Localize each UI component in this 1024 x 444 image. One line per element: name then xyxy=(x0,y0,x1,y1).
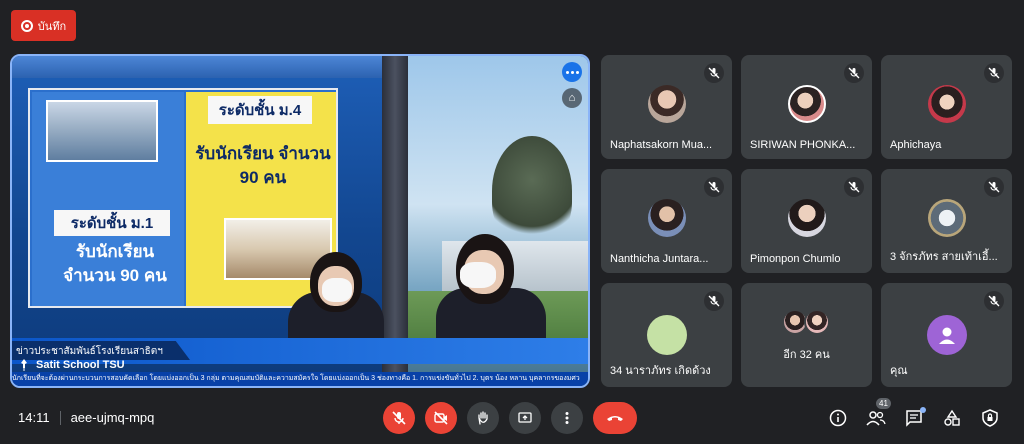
participant-tile[interactable]: Pimonpon Chumlo xyxy=(741,169,872,273)
chat-notification-dot xyxy=(920,407,926,413)
camera-toggle-button[interactable] xyxy=(425,402,457,434)
level4-text: รับนักเรียน จำนวน 90 คน xyxy=(195,144,331,187)
mic-off-icon xyxy=(392,411,406,425)
info-icon xyxy=(829,409,847,427)
participant-name: SIRIWAN PHONKA... xyxy=(750,139,856,151)
participant-tile[interactable]: Naphatsakorn Mua... xyxy=(601,55,732,159)
avatar xyxy=(927,199,966,237)
shapes-icon xyxy=(944,409,960,426)
more-participants-label: อีก 32 คน xyxy=(783,349,830,361)
present-screen-button[interactable] xyxy=(509,402,541,434)
people-button[interactable] xyxy=(866,408,886,428)
mic-off-icon xyxy=(984,177,1004,197)
present-icon xyxy=(518,412,532,423)
announcement-poster: ระดับชั้น ม.1 รับนักเรียน จำนวน 90 คน ระ… xyxy=(28,88,338,308)
meeting-info: 14:11 aee-ujmq-mpq xyxy=(18,410,154,425)
mic-off-icon xyxy=(984,63,1004,83)
participant-tile[interactable]: คุณ xyxy=(881,283,1012,387)
participant-tile[interactable]: 3 จักรภัทร สายเท้าเอี้... xyxy=(881,169,1012,273)
record-label: บันทึก xyxy=(37,20,67,33)
classroom-photo xyxy=(46,100,158,162)
level4-label: ระดับชั้น ม.4 xyxy=(208,96,312,124)
more-participants-avatars xyxy=(781,309,832,337)
avatar xyxy=(647,85,686,123)
participant-tile[interactable]: 34 นาราภัทร เกิดด้วง xyxy=(601,283,732,387)
participant-tile[interactable]: Aphichaya xyxy=(881,55,1012,159)
school-tag: Satit School TSU xyxy=(18,359,125,371)
people-icon xyxy=(866,411,886,426)
pin-tile-icon[interactable]: ⌂ xyxy=(562,88,582,108)
avatar xyxy=(926,315,967,355)
avatar xyxy=(787,85,826,123)
activities-button[interactable] xyxy=(942,408,962,428)
mic-off-icon xyxy=(704,63,724,83)
participant-name: Aphichaya xyxy=(890,139,942,151)
pin-icon xyxy=(21,359,27,371)
camera-off-icon xyxy=(434,411,448,425)
clock: 14:11 xyxy=(18,410,50,425)
mic-off-icon xyxy=(844,177,864,197)
mic-toggle-button[interactable] xyxy=(383,402,415,434)
more-participants-tile[interactable]: อีก 32 คน xyxy=(741,283,872,387)
participant-tile[interactable]: SIRIWAN PHONKA... xyxy=(741,55,872,159)
participant-name: 3 จักรภัทร สายเท้าเอี้... xyxy=(890,251,998,263)
meeting-code: aee-ujmq-mpq xyxy=(70,410,155,425)
avatar xyxy=(787,199,826,237)
avatar xyxy=(646,315,687,355)
record-icon xyxy=(20,19,33,32)
mic-off-icon xyxy=(844,63,864,83)
presenter-tile[interactable]: ระดับชั้น ม.1 รับนักเรียน จำนวน 90 คน ระ… xyxy=(10,54,590,388)
level1-label: ระดับชั้น ม.1 xyxy=(54,210,170,236)
host-controls-button[interactable] xyxy=(980,408,1000,428)
avatar xyxy=(927,85,966,123)
person-icon xyxy=(938,327,955,344)
participant-name: Naphatsakorn Mua... xyxy=(610,139,713,151)
hand-icon xyxy=(478,411,488,425)
participant-name: 34 นาราภัทร เกิดด้วง xyxy=(610,365,711,377)
school-name: Satit School TSU xyxy=(36,359,125,371)
participant-tile[interactable]: Nanthicha Juntara... xyxy=(601,169,732,273)
more-vert-icon xyxy=(565,412,569,424)
mic-off-icon xyxy=(984,291,1004,311)
level1-text: รับนักเรียน จำนวน 90 คน xyxy=(63,242,167,285)
mic-off-icon xyxy=(704,291,724,311)
meeting-details-button[interactable] xyxy=(828,408,848,428)
leave-call-button[interactable] xyxy=(593,402,637,434)
end-call-icon xyxy=(607,416,623,421)
lower-third-label: ข่าวประชาสัมพันธ์โรงเรียนสาธิตฯ xyxy=(12,341,190,360)
news-ticker: นักเรียนที่จะต้องผ่านกระบวนการสอบคัดเลือ… xyxy=(12,372,588,386)
shield-lock-icon xyxy=(982,409,998,427)
mic-off-icon xyxy=(704,177,724,197)
participant-name: Nanthicha Juntara... xyxy=(610,253,709,265)
speaking-indicator-icon xyxy=(562,62,582,82)
more-options-button[interactable] xyxy=(551,402,583,434)
participant-name: คุณ xyxy=(890,365,908,377)
record-button[interactable]: บันทึก xyxy=(11,10,76,41)
raise-hand-button[interactable] xyxy=(467,402,499,434)
participant-name: Pimonpon Chumlo xyxy=(750,253,841,265)
avatar xyxy=(647,199,686,237)
